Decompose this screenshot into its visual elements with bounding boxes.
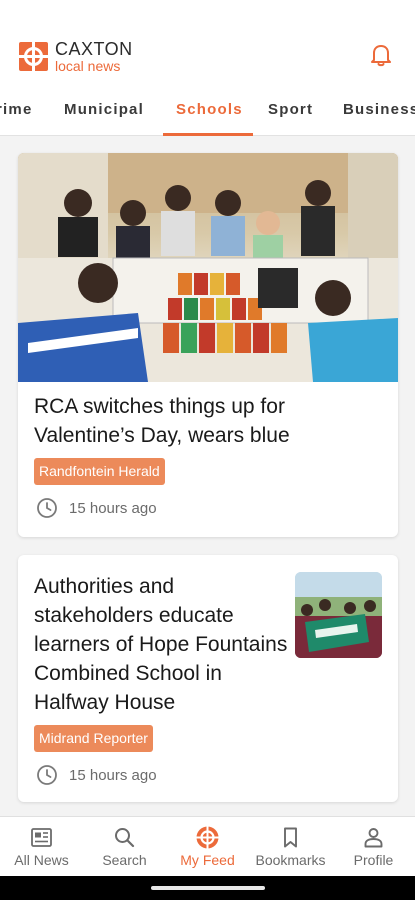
- app-header: CAXTON local news: [0, 0, 415, 92]
- nav-label: My Feed: [180, 852, 235, 868]
- time-text: 15 hours ago: [69, 766, 157, 784]
- timestamp: 15 hours ago: [36, 764, 157, 786]
- category-tabs: rime Municipal Schools Sport Business: [0, 92, 415, 136]
- clock-icon: [37, 498, 57, 518]
- bookmark-icon: [284, 827, 297, 848]
- nav-label: All News: [14, 852, 69, 868]
- nav-label: Profile: [353, 852, 394, 868]
- nav-search[interactable]: Search: [83, 817, 166, 877]
- active-tab-indicator: [163, 133, 253, 136]
- tab-sport[interactable]: Sport: [268, 101, 313, 118]
- caxton-logo-icon: [196, 826, 219, 849]
- logo-brand-text: CAXTON: [55, 38, 133, 59]
- article-card[interactable]: RCA switches things up for Valentine’s D…: [18, 153, 398, 537]
- article-card[interactable]: Authorities and stakeholders educate lea…: [18, 555, 398, 802]
- nav-profile[interactable]: Profile: [332, 817, 415, 877]
- bell-icon[interactable]: [370, 43, 392, 67]
- search-icon: [115, 828, 135, 848]
- newspaper-icon: [31, 828, 52, 847]
- article-headline[interactable]: Authorities and stakeholders educate lea…: [34, 572, 289, 717]
- caxton-logo-icon: [19, 41, 48, 71]
- tab-schools[interactable]: Schools: [176, 101, 243, 118]
- nav-all-news[interactable]: All News: [0, 817, 83, 877]
- source-badge[interactable]: Randfontein Herald: [34, 458, 165, 485]
- time-text: 15 hours ago: [69, 499, 157, 517]
- classroom-food-drive-photo: [18, 153, 398, 382]
- caxton-logo[interactable]: CAXTON local news: [19, 38, 133, 74]
- nav-label: Bookmarks: [255, 852, 326, 868]
- article-headline[interactable]: RCA switches things up for Valentine’s D…: [34, 392, 384, 450]
- tab-crime[interactable]: rime: [0, 101, 33, 118]
- profile-icon: [364, 828, 383, 848]
- bottom-navigation: All News Search My Feed Bookmarks Profil…: [0, 816, 415, 876]
- nav-my-feed[interactable]: My Feed: [166, 817, 249, 877]
- system-navigation-bar: [0, 876, 415, 900]
- home-gesture-pill[interactable]: [151, 886, 265, 890]
- source-badge[interactable]: Midrand Reporter: [34, 725, 153, 752]
- tab-municipal[interactable]: Municipal: [64, 101, 144, 118]
- timestamp: 15 hours ago: [36, 497, 157, 519]
- learners-banner-photo: [295, 572, 382, 658]
- tab-business[interactable]: Business: [343, 101, 415, 118]
- nav-bookmarks[interactable]: Bookmarks: [249, 817, 332, 877]
- clock-icon: [37, 765, 57, 785]
- nav-label: Search: [102, 852, 147, 868]
- logo-sub-text: local news: [55, 57, 121, 74]
